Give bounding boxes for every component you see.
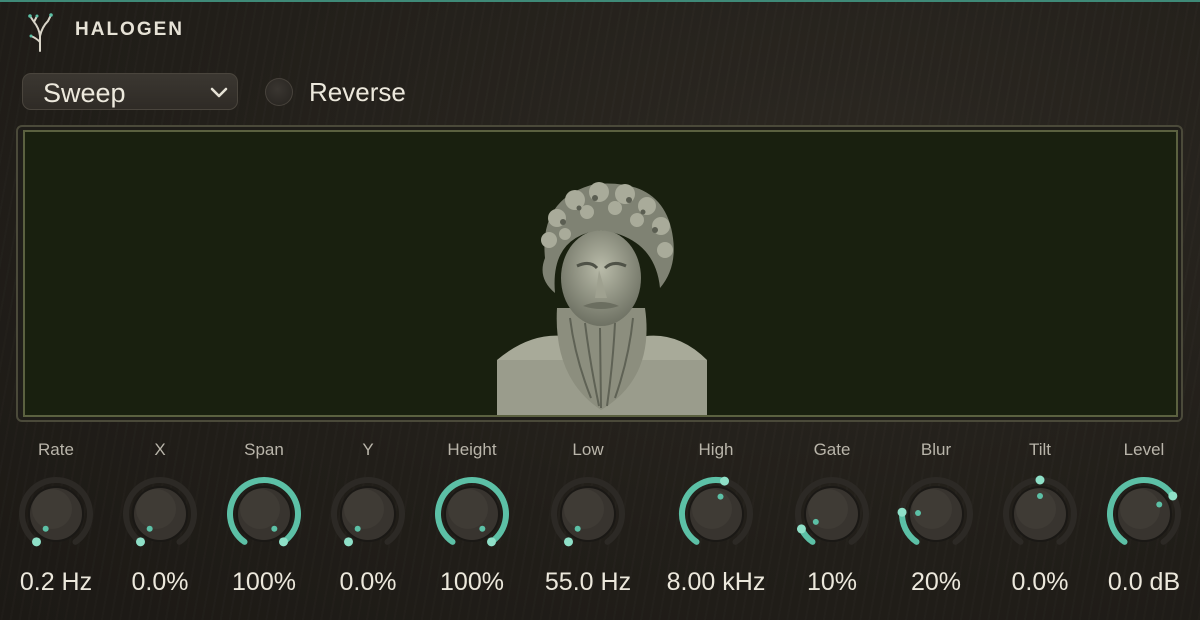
knob-label: High (698, 440, 734, 459)
knob-dial[interactable] (792, 474, 872, 554)
knob-pointer (1156, 501, 1163, 508)
knob-value-dot (1035, 475, 1045, 485)
knob-dial[interactable] (548, 474, 628, 554)
knob-highlight (1120, 489, 1160, 529)
knob-pointer (479, 525, 486, 532)
knob-dial[interactable] (224, 474, 304, 554)
knob-label: Blur (920, 440, 952, 459)
knob-value-dot (1168, 491, 1178, 501)
knob-highlight (136, 489, 176, 529)
knob-value-dot (136, 537, 145, 547)
knob-dial[interactable] (120, 474, 200, 554)
knob-pointer (574, 525, 581, 532)
knob-label: Height (447, 440, 497, 459)
knob-dial[interactable] (896, 474, 976, 554)
knob-highlight (448, 489, 488, 529)
brand-name: HALOGEN (75, 19, 184, 40)
knob-value-dot (897, 507, 907, 517)
knob-value[interactable]: 55.0 Hz (516, 568, 660, 597)
knob-value-dot (32, 537, 41, 547)
knob-value-dot (564, 537, 573, 547)
knob-level: Level 0.0 dB (1092, 440, 1196, 610)
knob-dial[interactable] (432, 474, 512, 554)
knob-pointer (271, 525, 278, 532)
knob-label: Low (572, 440, 604, 459)
knob-value-dot (279, 537, 288, 547)
knob-label: Span (244, 440, 284, 459)
tree-branch-icon (28, 13, 53, 52)
knob-label: Rate (38, 440, 74, 459)
knob-pointer (1037, 493, 1043, 499)
knob-highlight (1016, 489, 1056, 529)
knob-low: Low 55.0 Hz (536, 440, 640, 610)
statue-bust-image (497, 182, 707, 415)
knob-high: High 8.00 kHz (664, 440, 768, 610)
knob-height: Height 100% (420, 440, 524, 610)
knob-highlight (32, 489, 72, 529)
reverse-checkbox[interactable] (265, 78, 293, 106)
knob-pointer (42, 525, 49, 532)
knob-value-dot (487, 537, 496, 547)
chevron-down-icon (210, 87, 228, 98)
knob-highlight (240, 489, 280, 529)
knob-dial[interactable] (1000, 474, 1080, 554)
knob-pointer (812, 518, 819, 525)
visual-display (23, 130, 1178, 417)
knob-highlight (564, 489, 604, 529)
knob-label: Gate (813, 440, 851, 459)
knob-value[interactable]: 0.0 dB (1072, 568, 1200, 597)
preset-dropdown[interactable]: Sweep (22, 73, 238, 110)
knob-label: Tilt (1028, 440, 1052, 459)
knob-label: X (154, 440, 166, 459)
knob-label: Level (1123, 440, 1165, 459)
knob-highlight (692, 489, 732, 529)
knob-pointer (354, 525, 361, 532)
knob-dial[interactable] (1104, 474, 1184, 554)
knob-value-dot (344, 537, 353, 547)
knob-dial[interactable] (16, 474, 96, 554)
knob-dial[interactable] (676, 474, 756, 554)
knob-label: Y (362, 440, 374, 459)
knob-pointer (717, 493, 724, 500)
top-accent-line (0, 0, 1200, 2)
preset-value: Sweep (43, 78, 126, 108)
knob-dial[interactable] (328, 474, 408, 554)
knob-pointer (915, 510, 922, 517)
knob-highlight (344, 489, 384, 529)
knob-highlight (912, 489, 952, 529)
reverse-label[interactable]: Reverse (309, 77, 406, 108)
knob-value-dot (720, 476, 730, 486)
knob-pointer (146, 525, 153, 532)
knob-value-dot (796, 524, 806, 534)
